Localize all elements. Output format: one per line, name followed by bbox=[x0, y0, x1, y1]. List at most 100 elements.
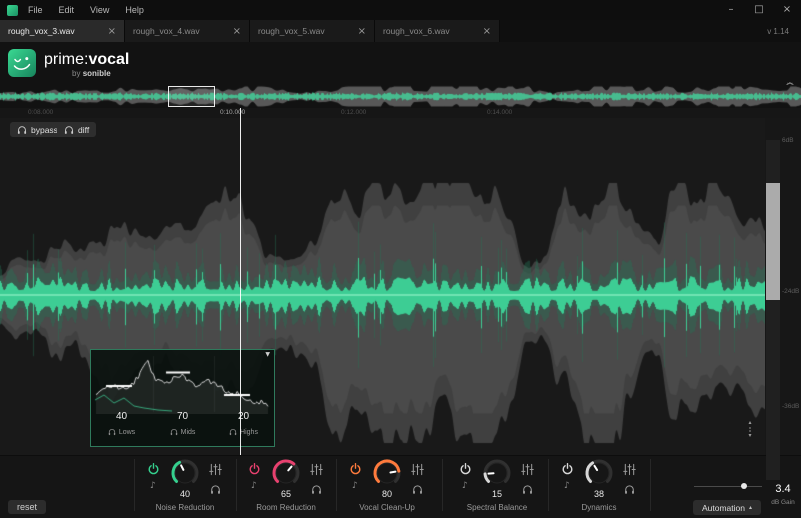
prime-vocal-logo-icon bbox=[8, 49, 36, 82]
tab-close-icon[interactable]: × bbox=[108, 26, 116, 37]
headphones-icon[interactable] bbox=[108, 423, 116, 441]
tab-bar: rough_vox_3.wav×rough_vox_4.wav×rough_vo… bbox=[0, 20, 801, 42]
timeline-label: 0:10.000 bbox=[220, 109, 245, 116]
module-separator bbox=[650, 459, 651, 511]
module-dynamics: ♪38Dynamics bbox=[549, 456, 649, 518]
byline: by sonible bbox=[72, 69, 111, 78]
module-label: Noise Reduction bbox=[135, 503, 235, 512]
menu-view[interactable]: View bbox=[90, 5, 109, 15]
module-value: 15 bbox=[447, 489, 547, 499]
spectrum-graph[interactable] bbox=[92, 352, 275, 414]
reset-button[interactable]: reset bbox=[8, 500, 46, 514]
tab-rough-vox-6-wav[interactable]: rough_vox_6.wav × bbox=[375, 20, 500, 42]
close-button[interactable]: × bbox=[773, 0, 801, 20]
tab-rough-vox-5-wav[interactable]: rough_vox_5.wav × bbox=[250, 20, 375, 42]
diff-label: diff bbox=[78, 125, 89, 135]
sliders-icon[interactable] bbox=[623, 463, 636, 481]
diff-button[interactable]: diff bbox=[57, 122, 96, 137]
band-label: Highs bbox=[240, 429, 258, 436]
module-value: 40 bbox=[135, 489, 235, 499]
step-up-icon[interactable]: ▴ bbox=[748, 420, 751, 426]
tab-label: rough_vox_5.wav bbox=[258, 26, 325, 36]
module-label: Vocal Clean-Up bbox=[337, 503, 437, 512]
band-list: 40 Lows 70 Mids 20Highs bbox=[91, 411, 274, 441]
tab-label: rough_vox_3.wav bbox=[8, 26, 75, 36]
power-icon[interactable] bbox=[248, 463, 261, 481]
tab-list: rough_vox_3.wav×rough_vox_4.wav×rough_vo… bbox=[0, 20, 500, 42]
fader-stepper[interactable]: ▴ ▾ bbox=[744, 420, 756, 439]
stepper-dot bbox=[749, 427, 751, 429]
maximize-button[interactable]: □ bbox=[745, 0, 773, 20]
timeline-label: 0:12.000 bbox=[341, 109, 366, 116]
gain-unit-label: dB Gain bbox=[766, 499, 800, 506]
playhead[interactable] bbox=[240, 108, 241, 455]
app-title: prime:vocal bbox=[44, 51, 129, 69]
power-icon[interactable] bbox=[459, 463, 472, 481]
headphones-icon[interactable] bbox=[229, 423, 237, 441]
headphones-icon bbox=[17, 125, 27, 135]
power-icon[interactable] bbox=[349, 463, 362, 481]
module-bar: ♪40Noise Reduction♪65Room Reduction♪80Vo… bbox=[0, 455, 801, 518]
band-label: Mids bbox=[181, 429, 196, 436]
title-bar: File Edit View Help – □ × bbox=[0, 0, 801, 20]
power-icon[interactable] bbox=[147, 463, 160, 481]
gain-fader-track[interactable] bbox=[766, 140, 780, 480]
module-label: Dynamics bbox=[549, 503, 649, 512]
module-label: Spectral Balance bbox=[447, 503, 547, 512]
band-value[interactable]: 40 bbox=[116, 411, 127, 422]
tab-label: rough_vox_4.wav bbox=[133, 26, 200, 36]
prime-vocal-window: File Edit View Help – □ × rough_vox_3.wa… bbox=[0, 0, 801, 518]
module-value: 80 bbox=[337, 489, 437, 499]
menu-file[interactable]: File bbox=[28, 5, 43, 15]
module-vocal-clean-up: ♪80Vocal Clean-Up bbox=[337, 456, 437, 518]
band-mids: 70 Mids bbox=[152, 411, 213, 441]
tab-close-icon[interactable]: × bbox=[233, 26, 241, 37]
sliders-icon[interactable] bbox=[411, 463, 424, 481]
caret-up-icon: ▴ bbox=[749, 504, 752, 511]
collapse-popup-icon[interactable]: ▼ bbox=[265, 351, 270, 358]
power-icon[interactable] bbox=[561, 463, 574, 481]
sliders-icon[interactable] bbox=[521, 463, 534, 481]
db-scale-label: 6dB bbox=[782, 137, 794, 144]
db-scale-label: -36dB bbox=[782, 403, 799, 410]
tab-rough-vox-4-wav[interactable]: rough_vox_4.wav × bbox=[125, 20, 250, 42]
tab-close-icon[interactable]: × bbox=[358, 26, 366, 37]
version-label: v 1.14 bbox=[767, 27, 801, 36]
db-scale-label: -24dB bbox=[782, 288, 799, 295]
step-down-icon[interactable]: ▾ bbox=[748, 433, 751, 439]
timeline-label: 0:08.000 bbox=[28, 109, 53, 116]
sliders-icon[interactable] bbox=[310, 463, 323, 481]
timeline-label: 0:14.000 bbox=[487, 109, 512, 116]
module-room-reduction: ♪65Room Reduction bbox=[236, 456, 336, 518]
menu-edit[interactable]: Edit bbox=[59, 5, 75, 15]
app-icon bbox=[7, 5, 18, 16]
gain-fader-handle[interactable] bbox=[766, 183, 780, 300]
band-highs: 20Highs bbox=[213, 411, 274, 441]
menu-help[interactable]: Help bbox=[125, 5, 144, 15]
tab-rough-vox-3-wav[interactable]: rough_vox_3.wav × bbox=[0, 20, 125, 42]
mix-slider-track[interactable] bbox=[694, 486, 762, 487]
minimize-button[interactable]: – bbox=[717, 0, 745, 20]
bypass-label: bypass bbox=[31, 125, 58, 135]
module-label: Room Reduction bbox=[236, 503, 336, 512]
module-spectral-balance: ♪15Spectral Balance bbox=[447, 456, 547, 518]
tab-label: rough_vox_6.wav bbox=[383, 26, 450, 36]
mix-slider-knob[interactable] bbox=[741, 483, 747, 489]
band-label: Lows bbox=[119, 429, 135, 436]
automation-label: Automation bbox=[702, 503, 745, 513]
tab-close-icon[interactable]: × bbox=[483, 26, 491, 37]
overview-waveform[interactable] bbox=[0, 85, 801, 108]
overview-selection[interactable] bbox=[168, 86, 215, 107]
headphones-icon bbox=[64, 125, 74, 135]
automation-button[interactable]: Automation ▴ bbox=[693, 500, 761, 515]
band-value[interactable]: 70 bbox=[177, 411, 188, 422]
sliders-icon[interactable] bbox=[209, 463, 222, 481]
band-monitor-popup: ▼ 40 Lows 70 Mids 20Highs bbox=[90, 349, 275, 447]
band-lows: 40 Lows bbox=[91, 411, 152, 441]
module-value: 38 bbox=[549, 489, 649, 499]
header: prime:vocal by sonible 02:05:01 A B defa… bbox=[0, 42, 801, 85]
timeline[interactable]: 0:08.000 0:10.000 0:12.000 0:14.000 bbox=[0, 108, 801, 118]
headphones-icon[interactable] bbox=[170, 423, 178, 441]
module-noise-reduction: ♪40Noise Reduction bbox=[135, 456, 235, 518]
module-value: 65 bbox=[236, 489, 336, 499]
